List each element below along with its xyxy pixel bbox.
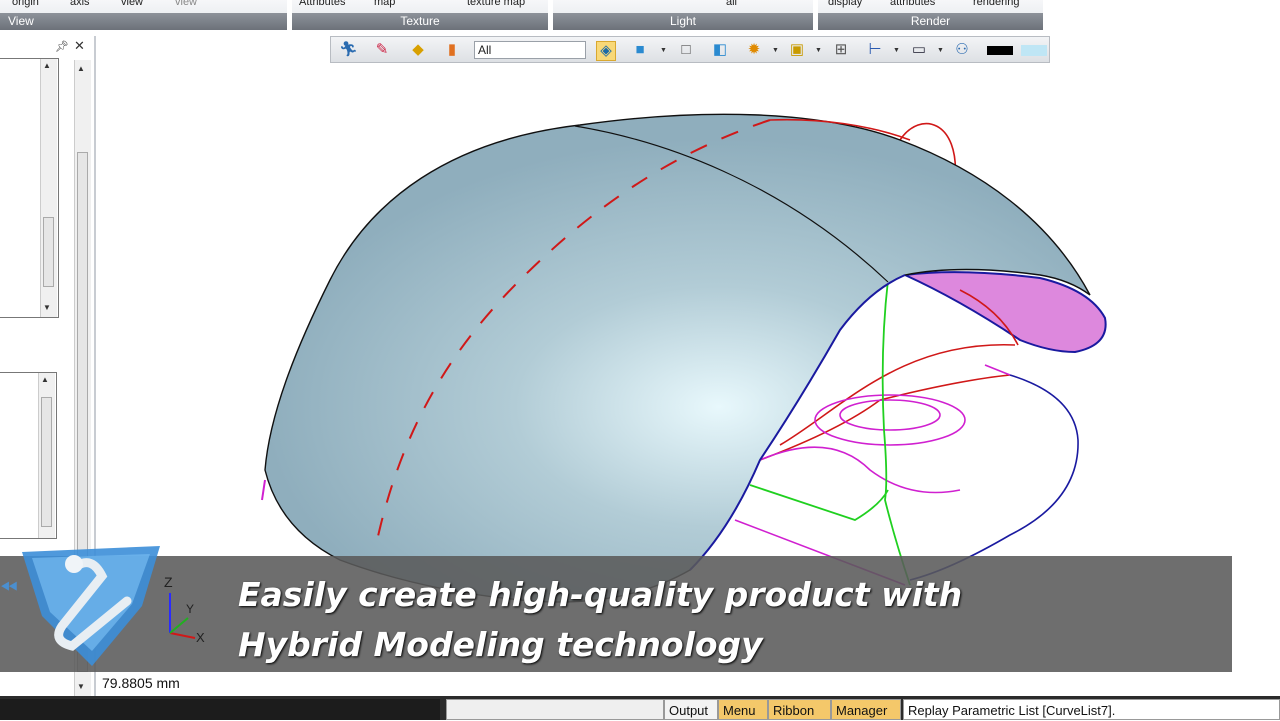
ribbon-group-view: origin axis view view View xyxy=(0,0,287,30)
dimension-icon[interactable]: ⊢ xyxy=(866,41,884,59)
eraser-icon[interactable]: ✎ xyxy=(373,41,391,59)
scroll-down-icon[interactable]: ▼ xyxy=(77,682,85,691)
sphere-snap-icon[interactable]: ✹ xyxy=(745,41,763,59)
surface-icon[interactable]: ▣ xyxy=(788,41,806,59)
solid-cube-icon[interactable]: ■ xyxy=(631,41,649,59)
chevron-down-icon[interactable]: ▼ xyxy=(937,47,944,54)
caption-line-2: Hybrid Modeling technology xyxy=(238,625,763,664)
axis-z-label: Z xyxy=(164,574,173,590)
ribbon-button-attributes-render[interactable]: attributes xyxy=(890,0,935,8)
chevron-down-icon[interactable]: ▼ xyxy=(893,47,900,54)
axis-triad: Z Y X xyxy=(160,574,220,653)
measure-readout: 79.8805 mm xyxy=(96,672,1280,696)
ribbon-button-map[interactable]: map xyxy=(374,0,395,8)
ribbon-button-texture-map[interactable]: texture map xyxy=(467,0,525,8)
close-icon[interactable]: ✕ xyxy=(74,38,85,54)
status-blank-field xyxy=(446,699,664,720)
measure-value: 79.8805 mm xyxy=(102,675,180,691)
tab-menu[interactable]: Menu xyxy=(718,699,768,720)
tree-scrollbar-top[interactable]: ▲ ▼ xyxy=(40,59,57,317)
bar-filter-icon[interactable]: ▮ xyxy=(443,41,461,59)
run-icon[interactable]: 🏃︎ xyxy=(339,41,358,59)
scroll-thumb[interactable] xyxy=(43,217,54,287)
product-logo xyxy=(22,546,160,666)
tree-view-bottom[interactable]: ▲ xyxy=(0,372,57,539)
tree-view-top[interactable]: ▲ ▼ xyxy=(0,58,59,318)
scroll-down-icon[interactable]: ▼ xyxy=(43,303,51,312)
scroll-up-icon[interactable]: ▲ xyxy=(41,375,49,384)
tab-output[interactable]: Output xyxy=(664,699,718,720)
axis-y-label: Y xyxy=(186,602,195,616)
tree-scrollbar-bottom[interactable]: ▲ xyxy=(38,373,55,538)
wire-cube-icon[interactable]: □ xyxy=(677,41,695,59)
ribbon-button-origin[interactable]: origin xyxy=(12,0,39,8)
ribbon-group-light: all Light xyxy=(553,0,813,30)
caption-text: Easily create high-quality product with … xyxy=(238,570,962,670)
chevron-down-icon[interactable]: ▼ xyxy=(660,47,667,54)
connect-icon[interactable]: ⚇ xyxy=(953,41,971,59)
ribbon-group-title-view: View xyxy=(0,13,287,30)
black-color-icon[interactable] xyxy=(987,46,1013,55)
ribbon-group-title-render: Render xyxy=(818,13,1043,30)
pin-icon[interactable]: 📌︎ xyxy=(55,40,69,53)
magenta-contour xyxy=(814,394,966,446)
chevron-down-icon[interactable]: ▼ xyxy=(815,47,822,54)
ribbon-button-attributes[interactable]: Attributes xyxy=(299,0,345,8)
ribbon-button-rendering[interactable]: rendering xyxy=(973,0,1019,8)
grid-icon[interactable]: ⊞ xyxy=(832,41,850,59)
tab-ribbon[interactable]: Ribbon xyxy=(768,699,831,720)
box-tool-icon[interactable]: ◆ xyxy=(409,41,427,59)
scroll-thumb[interactable] xyxy=(41,397,52,527)
caption-line-1: Easily create high-quality product with xyxy=(238,575,963,614)
status-left-area xyxy=(0,699,440,720)
ribbon-group-texture: Attributes map texture map Texture xyxy=(292,0,548,30)
tab-manager[interactable]: Manager xyxy=(831,699,901,720)
rewind-icon[interactable]: ⏪︎ xyxy=(0,575,18,601)
monitor-icon[interactable]: ▭ xyxy=(910,41,928,59)
ribbon-group-render: display attributes rendering Render xyxy=(818,0,1043,30)
ribbon-group-title-light: Light xyxy=(553,13,813,30)
surface-model[interactable] xyxy=(264,113,1091,603)
blue-curve xyxy=(909,374,1079,581)
chevron-down-icon[interactable]: ▼ xyxy=(772,47,779,54)
ribbon-button-axis[interactable]: axis xyxy=(70,0,90,8)
ribbon-button-view[interactable]: view xyxy=(121,0,143,8)
select-solid-icon[interactable]: ◈ xyxy=(596,41,616,61)
shaded-cube-icon[interactable]: ◧ xyxy=(711,41,729,59)
ribbon-button-all[interactable]: all xyxy=(726,0,737,8)
axis-x-label: X xyxy=(196,630,205,645)
scroll-up-icon[interactable]: ▲ xyxy=(77,64,85,73)
status-bar: Output Menu Ribbon Manager Replay Parame… xyxy=(0,696,1280,720)
light-color-icon[interactable] xyxy=(1021,45,1047,56)
green-curve xyxy=(881,279,911,586)
selection-filter-input[interactable]: All xyxy=(474,41,586,59)
view-toolbar: 🏃︎ ✎ ◆ ▮ All ◈ ■ ▼ □ ◧ ✹ ▼ ▣ ▼ ⊞ ⊢ ▼ ▭ ▼… xyxy=(330,36,1050,63)
ribbon: origin axis view view View Attributes ma… xyxy=(0,0,1280,30)
scroll-up-icon[interactable]: ▲ xyxy=(43,61,51,70)
ribbon-button-display[interactable]: display xyxy=(828,0,862,8)
status-message: Replay Parametric List [CurveList7]. xyxy=(903,699,1280,720)
ribbon-button-view-disabled[interactable]: view xyxy=(175,0,197,8)
ribbon-group-title-texture: Texture xyxy=(292,13,548,30)
